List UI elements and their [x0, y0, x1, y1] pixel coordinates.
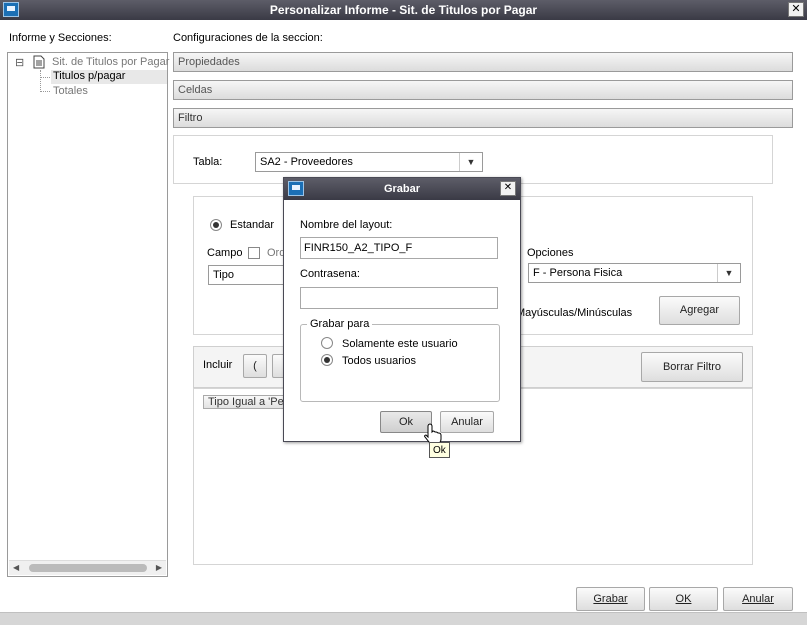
campo-value: Tipo [213, 269, 234, 281]
password-field[interactable] [300, 287, 498, 309]
solamente-usuario-radio[interactable] [321, 337, 333, 349]
grabar-para-group: Grabar para Solamente este usuario Todos… [300, 318, 500, 402]
tree-item-titulos[interactable]: Titulos p/pagar [51, 70, 167, 84]
todos-usuarios-radio[interactable] [321, 354, 333, 366]
tooltip: Ok [429, 442, 450, 458]
tabla-value: SA2 - Proveedores [260, 156, 353, 168]
tree-collapse-icon[interactable]: ⊟ [15, 56, 24, 69]
tree-connector [40, 70, 41, 92]
opciones-label: Opciones [527, 247, 574, 259]
scrollbar-thumb[interactable] [29, 564, 147, 572]
section-filtro[interactable]: Filtro [173, 108, 793, 128]
section-propiedades[interactable]: Propiedades [173, 52, 793, 72]
tree-root-item[interactable]: Sit. de Titulos por Pagar [52, 56, 169, 68]
dialog-anular-button[interactable]: Anular [440, 411, 494, 433]
tree-item-totales[interactable]: Totales [53, 85, 88, 97]
estandar-radio[interactable] [210, 219, 222, 231]
left-heading: Informe y Secciones: [9, 32, 112, 44]
close-icon[interactable]: ✕ [500, 181, 516, 196]
campo-label: Campo [207, 247, 243, 259]
orden-checkbox[interactable] [248, 247, 260, 259]
tabla-label: Tabla: [193, 156, 223, 168]
grabar-label: Grabar [593, 593, 628, 605]
estandar-label: Estandar [230, 219, 275, 231]
anular-label: Anular [742, 593, 774, 605]
close-icon[interactable]: ✕ [788, 2, 804, 17]
opciones-value: F - Persona Fisica [533, 267, 623, 279]
anular-button[interactable]: Anular [723, 587, 793, 611]
ok-label: OK [675, 593, 692, 605]
window-titlebar: Personalizar Informe - Sit. de Titulos p… [0, 0, 807, 20]
chevron-down-icon[interactable]: ▼ [459, 153, 482, 171]
tabla-select[interactable]: SA2 - Proveedores ▼ [255, 152, 483, 172]
opciones-select[interactable]: F - Persona Fisica ▼ [528, 263, 741, 283]
dialog-title: Grabar [383, 183, 421, 195]
status-strip [0, 612, 807, 625]
filter-chip[interactable]: Tipo Igual a 'Pe [203, 395, 285, 409]
document-icon [33, 55, 45, 69]
solamente-usuario-label: Solamente este usuario [342, 338, 458, 350]
open-paren-button[interactable]: ( [243, 354, 267, 378]
campo-select[interactable]: Tipo [208, 265, 288, 285]
tree-connector [40, 77, 50, 78]
section-celdas[interactable]: Celdas [173, 80, 793, 100]
horizontal-scrollbar[interactable]: ◀ ▶ [9, 560, 166, 575]
grabar-para-legend: Grabar para [307, 318, 373, 330]
borrar-filtro-button[interactable]: Borrar Filtro [641, 352, 743, 382]
chevron-down-icon[interactable]: ▼ [717, 264, 740, 282]
dialog-titlebar: Grabar ✕ [284, 178, 520, 200]
scroll-right-icon[interactable]: ▶ [156, 563, 162, 572]
grabar-dialog: Grabar ✕ Nombre del layout: FINR150_A2_T… [283, 177, 521, 442]
mayusculas-label: Mayúsculas/Minúsculas [516, 307, 633, 319]
right-heading: Configuraciones de la seccion: [173, 32, 323, 44]
window-title: Personalizar Informe - Sit. de Titulos p… [269, 3, 538, 17]
todos-usuarios-label: Todos usuarios [342, 355, 416, 367]
grabar-button[interactable]: Grabar [576, 587, 645, 611]
layout-name-field[interactable]: FINR150_A2_TIPO_F [300, 237, 498, 259]
ok-button[interactable]: OK [649, 587, 718, 611]
scroll-left-icon[interactable]: ◀ [13, 563, 19, 572]
password-label: Contrasena: [300, 268, 360, 280]
layout-name-label: Nombre del layout: [300, 219, 393, 231]
tree-connector [40, 91, 50, 92]
sections-tree[interactable]: ⊟ Sit. de Titulos por Pagar Titulos p/pa… [7, 52, 169, 577]
incluir-label: Incluir [203, 359, 233, 371]
agregar-button[interactable]: Agregar [659, 296, 740, 325]
